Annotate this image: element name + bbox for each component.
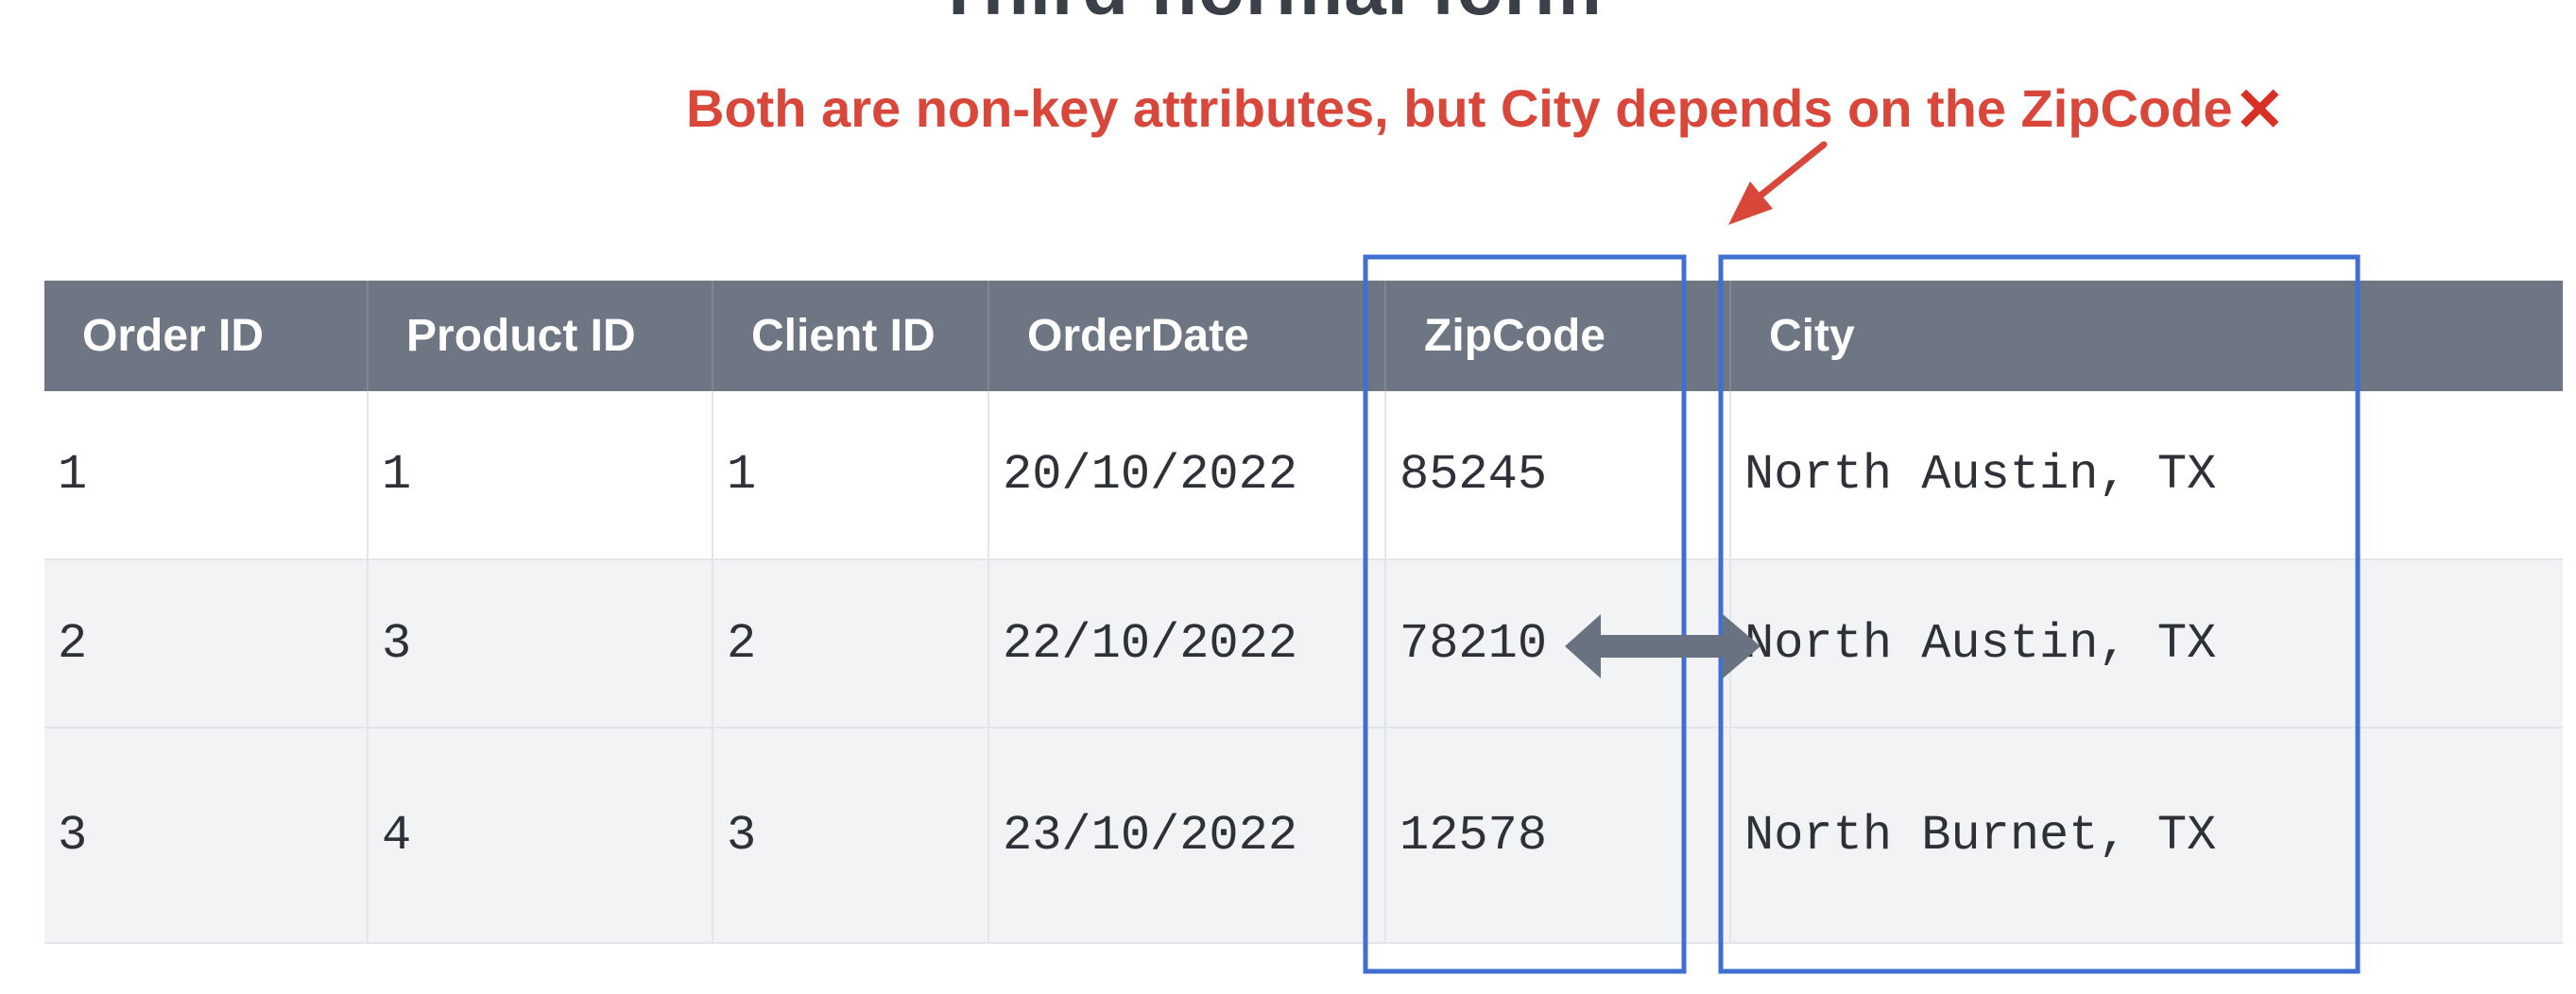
annotation-overlay [1363, 141, 2361, 974]
double-arrow-icon [1565, 614, 1760, 678]
zipcode-highlight-box [1363, 254, 1687, 974]
arrow-pointer-icon [1728, 141, 1828, 225]
city-highlight-box [1718, 254, 2361, 974]
